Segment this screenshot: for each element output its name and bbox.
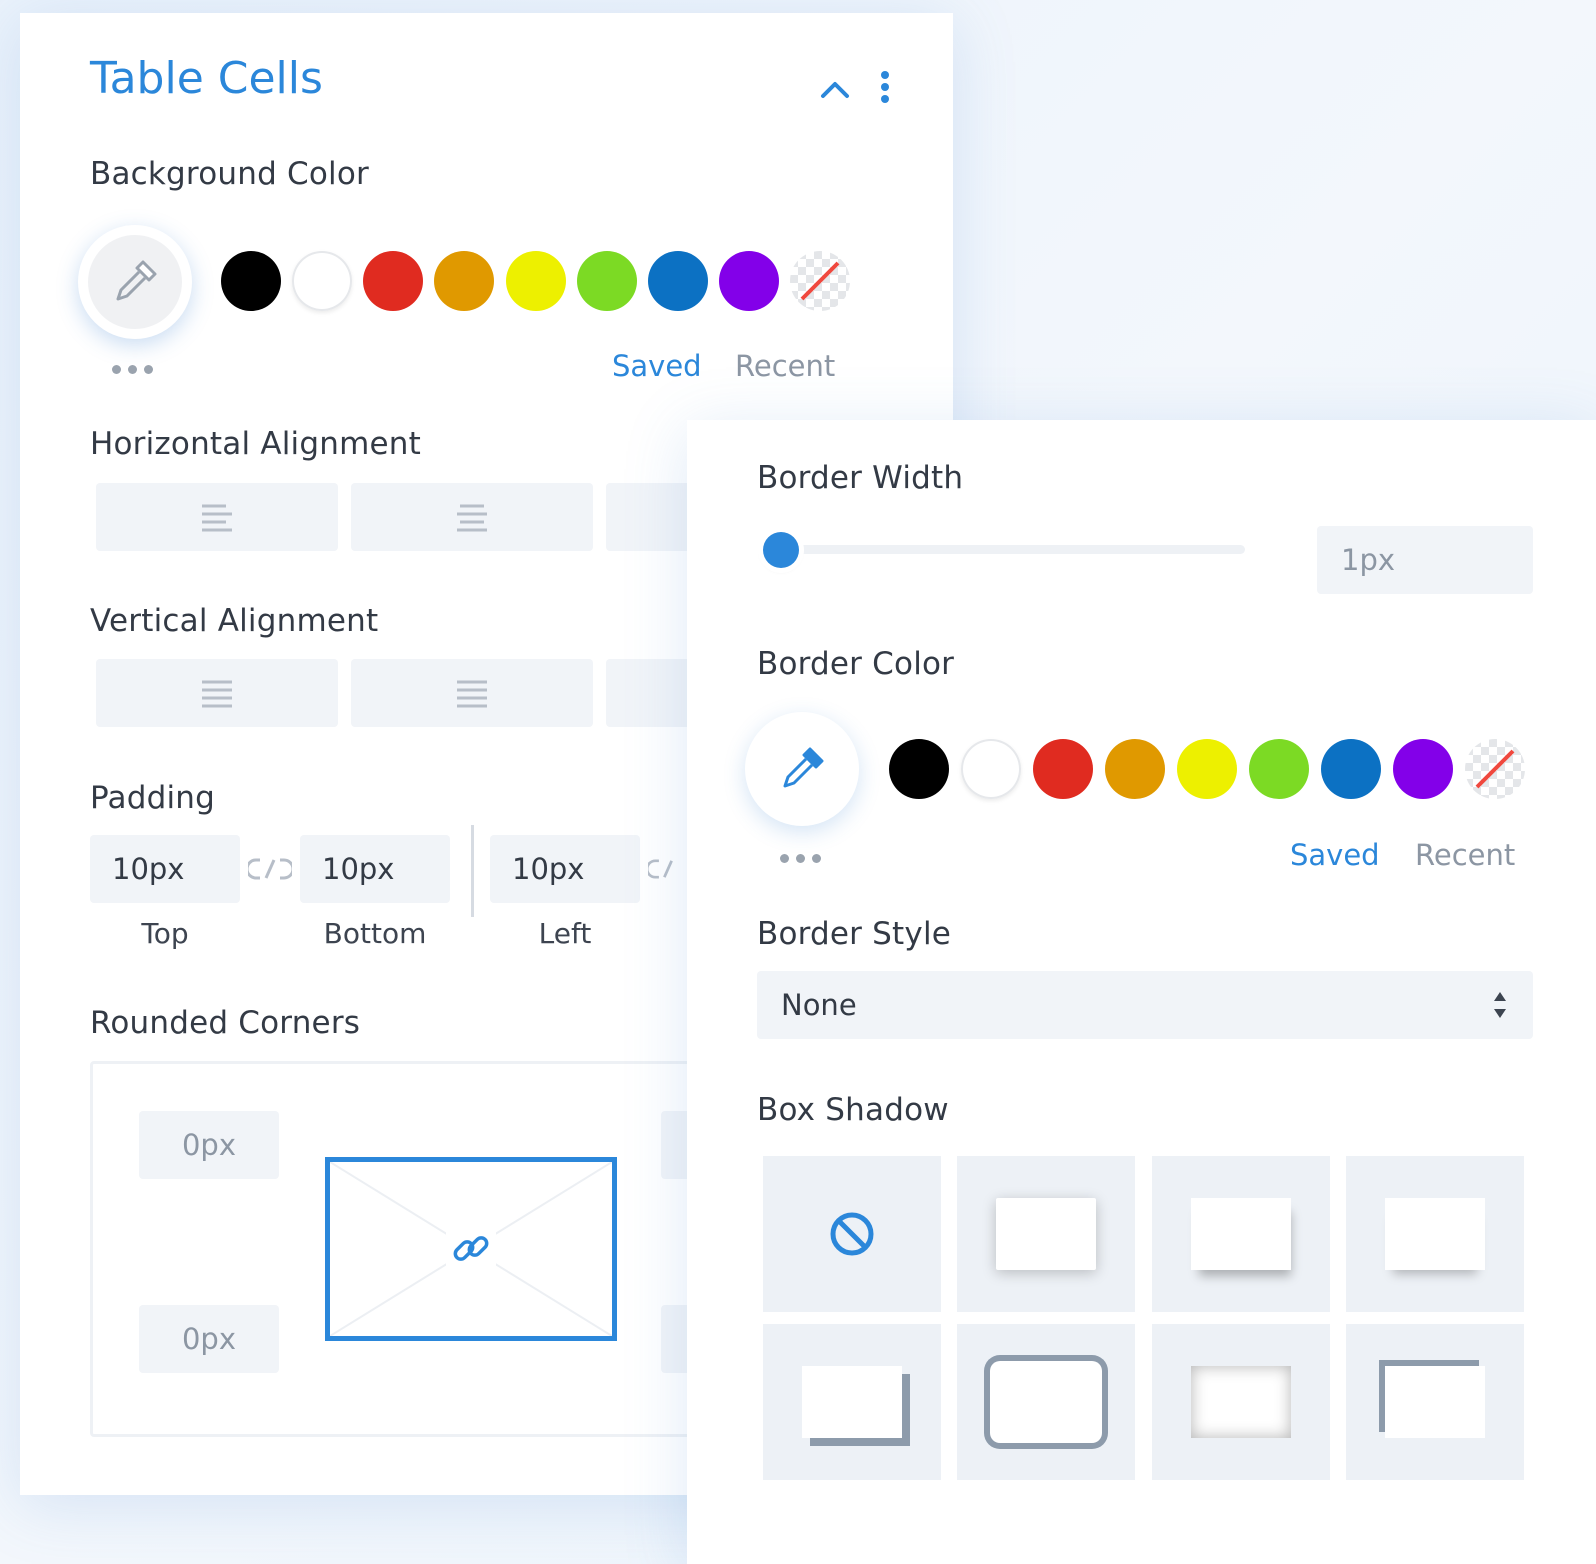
more-swatches-button[interactable] — [112, 365, 153, 374]
shadow-preview — [996, 1198, 1096, 1270]
swatch-orange[interactable] — [434, 251, 494, 311]
padding-link-toggle-2[interactable] — [648, 851, 688, 887]
valign-middle-button[interactable] — [351, 659, 593, 727]
align-center-icon — [457, 504, 487, 532]
box-shadow-preset-5[interactable] — [957, 1324, 1135, 1480]
link-icon — [453, 1236, 489, 1261]
valign-top-icon — [202, 680, 232, 708]
shadow-preview — [1385, 1198, 1485, 1270]
no-shadow-icon — [830, 1212, 874, 1256]
border-style-label: Border Style — [757, 916, 952, 952]
kebab-menu-icon — [881, 71, 889, 103]
swatch-purple[interactable] — [719, 251, 779, 311]
box-shadow-preset-1[interactable] — [957, 1156, 1135, 1312]
slider-handle[interactable] — [763, 532, 799, 568]
shadow-preview — [802, 1366, 902, 1438]
swatch-purple[interactable] — [1393, 739, 1453, 799]
swatch-blue[interactable] — [1321, 739, 1381, 799]
chevron-up-icon — [821, 82, 849, 98]
swatch-orange[interactable] — [1105, 739, 1165, 799]
swatch-blue[interactable] — [648, 251, 708, 311]
corner-link-button[interactable] — [446, 1224, 496, 1274]
box-shadow-label: Box Shadow — [757, 1092, 949, 1128]
padding-left-input[interactable]: 10px — [490, 835, 640, 903]
padding-top-input[interactable]: 10px — [90, 835, 240, 903]
saved-colors-tab[interactable]: Saved — [1290, 838, 1380, 872]
valign-middle-icon — [457, 680, 487, 708]
padding-divider — [471, 825, 474, 917]
corner-top-left-input[interactable]: 0px — [139, 1111, 279, 1179]
swatch-red[interactable] — [1033, 739, 1093, 799]
padding-left-label: Left — [538, 917, 592, 950]
corner-preview — [325, 1157, 617, 1341]
shadow-preview — [1191, 1366, 1291, 1438]
box-shadow-preset-7[interactable] — [1346, 1324, 1524, 1480]
background-color-label: Background Color — [90, 156, 369, 192]
horizontal-alignment-label: Horizontal Alignment — [90, 426, 421, 462]
background-color-picker-button[interactable] — [78, 225, 192, 339]
more-swatches-button[interactable] — [780, 854, 821, 863]
vertical-alignment-label: Vertical Alignment — [90, 603, 379, 639]
swatch-black[interactable] — [889, 739, 949, 799]
border-width-label: Border Width — [757, 460, 964, 496]
slider-track — [769, 545, 1245, 554]
box-shadow-preset-3[interactable] — [1346, 1156, 1524, 1312]
select-arrows-icon — [1494, 992, 1506, 1018]
shadow-preview — [990, 1361, 1102, 1443]
border-color-label: Border Color — [757, 646, 955, 682]
swatch-white[interactable] — [961, 739, 1021, 799]
box-shadow-preset-4[interactable] — [763, 1324, 941, 1480]
swatch-red[interactable] — [363, 251, 423, 311]
border-style-select[interactable]: None — [757, 971, 1533, 1039]
swatch-green[interactable] — [1249, 739, 1309, 799]
padding-bottom-input[interactable]: 10px — [300, 835, 450, 903]
collapse-button[interactable] — [815, 71, 855, 107]
more-options-button[interactable] — [870, 65, 900, 109]
border-width-slider[interactable] — [757, 530, 1257, 570]
swatch-white[interactable] — [292, 251, 352, 311]
padding-label: Padding — [90, 780, 215, 816]
padding-top-label: Top — [141, 917, 189, 950]
corner-bottom-left-input[interactable]: 0px — [139, 1305, 279, 1373]
box-shadow-preset-6[interactable] — [1152, 1324, 1330, 1480]
padding-link-toggle[interactable] — [246, 851, 294, 887]
swatch-black[interactable] — [221, 251, 281, 311]
no-color-slash-icon — [1475, 749, 1515, 789]
box-shadow-none[interactable] — [763, 1156, 941, 1312]
box-shadow-preset-2[interactable] — [1152, 1156, 1330, 1312]
align-center-button[interactable] — [351, 483, 593, 551]
recent-colors-tab[interactable]: Recent — [735, 349, 835, 383]
panel-title: Table Cells — [90, 53, 323, 104]
eyedropper-icon — [783, 747, 824, 788]
swatch-green[interactable] — [577, 251, 637, 311]
border-color-picker-button[interactable] — [745, 712, 859, 826]
align-left-icon — [202, 504, 232, 532]
unlinked-icon — [248, 858, 292, 880]
border-style-value: None — [781, 988, 857, 1022]
saved-colors-tab[interactable]: Saved — [612, 349, 702, 383]
swatch-yellow[interactable] — [506, 251, 566, 311]
shadow-preview — [1385, 1366, 1485, 1438]
swatch-yellow[interactable] — [1177, 739, 1237, 799]
border-width-input[interactable]: 1px — [1317, 526, 1533, 594]
unlinked-icon — [648, 859, 673, 879]
padding-bottom-label: Bottom — [323, 917, 427, 950]
swatch-transparent[interactable] — [1465, 739, 1525, 799]
eyedropper-icon — [116, 260, 157, 301]
swatch-transparent[interactable] — [790, 251, 850, 311]
shadow-preview — [1191, 1198, 1291, 1270]
rounded-corners-label: Rounded Corners — [90, 1005, 361, 1041]
no-color-slash-icon — [800, 261, 840, 301]
valign-top-button[interactable] — [96, 659, 338, 727]
align-left-button[interactable] — [96, 483, 338, 551]
border-settings-panel: Border Width 1px Border Color Saved Rece… — [687, 420, 1596, 1564]
recent-colors-tab[interactable]: Recent — [1415, 838, 1515, 872]
